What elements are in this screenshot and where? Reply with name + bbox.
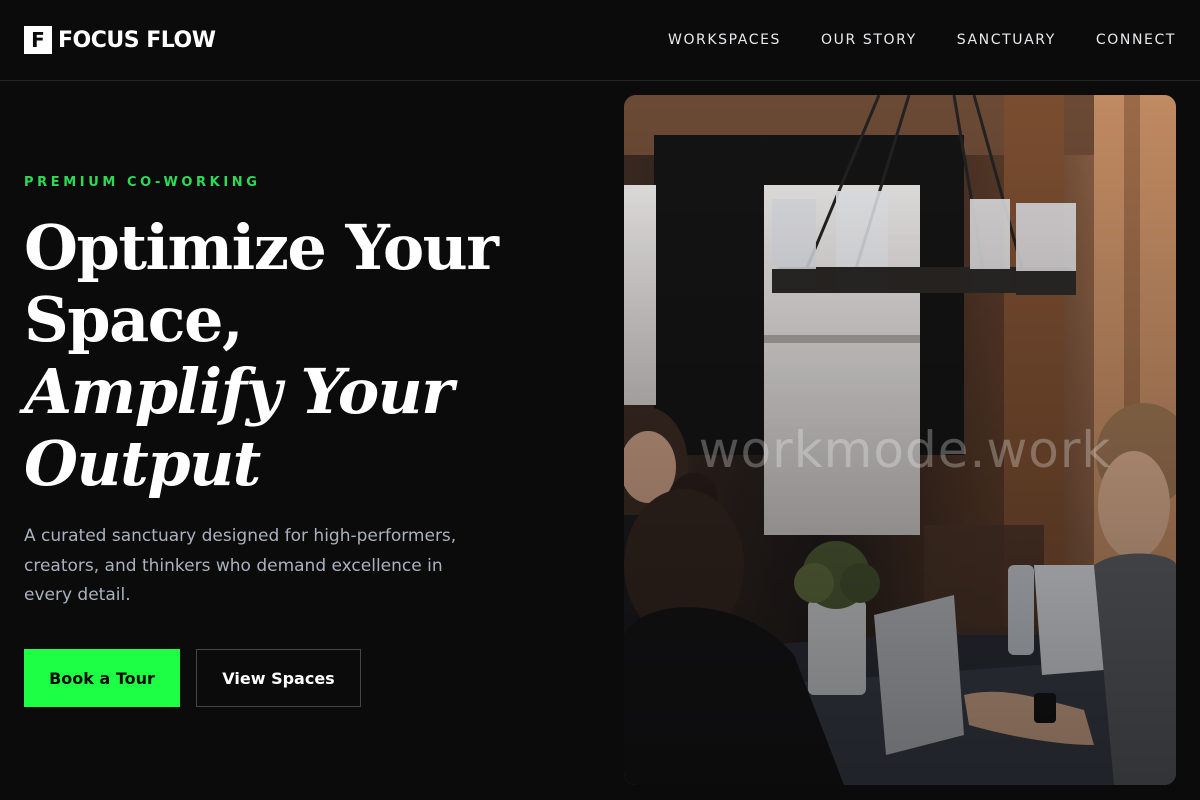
brand-logo[interactable]: F FOCUS FLOW [24,26,216,54]
headline-line-2: Space, [24,283,244,356]
headline-line-1: Optimize Your [24,211,499,284]
view-spaces-button[interactable]: View Spaces [196,649,361,707]
nav-item-our-story[interactable]: OUR STORY [821,32,917,48]
logo-mark-icon: F [24,26,52,54]
nav-item-workspaces[interactable]: WORKSPACES [668,32,781,48]
nav-item-connect[interactable]: CONNECT [1096,32,1176,48]
watermark-text: workmode.work [698,421,1112,479]
hero-subtext: A curated sanctuary designed for high-pe… [24,526,457,605]
headline-line-3: Amplify Your [24,355,454,428]
hero-headline: Optimize Your Space, Amplify Your Output [24,212,584,500]
coworking-photo: workmode.work [624,95,1176,785]
book-tour-button[interactable]: Book a Tour [24,649,180,707]
main-nav: WORKSPACES OUR STORY SANCTUARY CONNECT [668,32,1176,48]
brand-name: FOCUS FLOW [58,27,216,53]
site-header: F FOCUS FLOW WORKSPACES OUR STORY SANCTU… [0,0,1200,81]
headline-line-4: Output [24,427,261,500]
nav-item-sanctuary[interactable]: SANCTUARY [957,32,1056,48]
hero-eyebrow: PREMIUM CO-WORKING [24,175,261,190]
